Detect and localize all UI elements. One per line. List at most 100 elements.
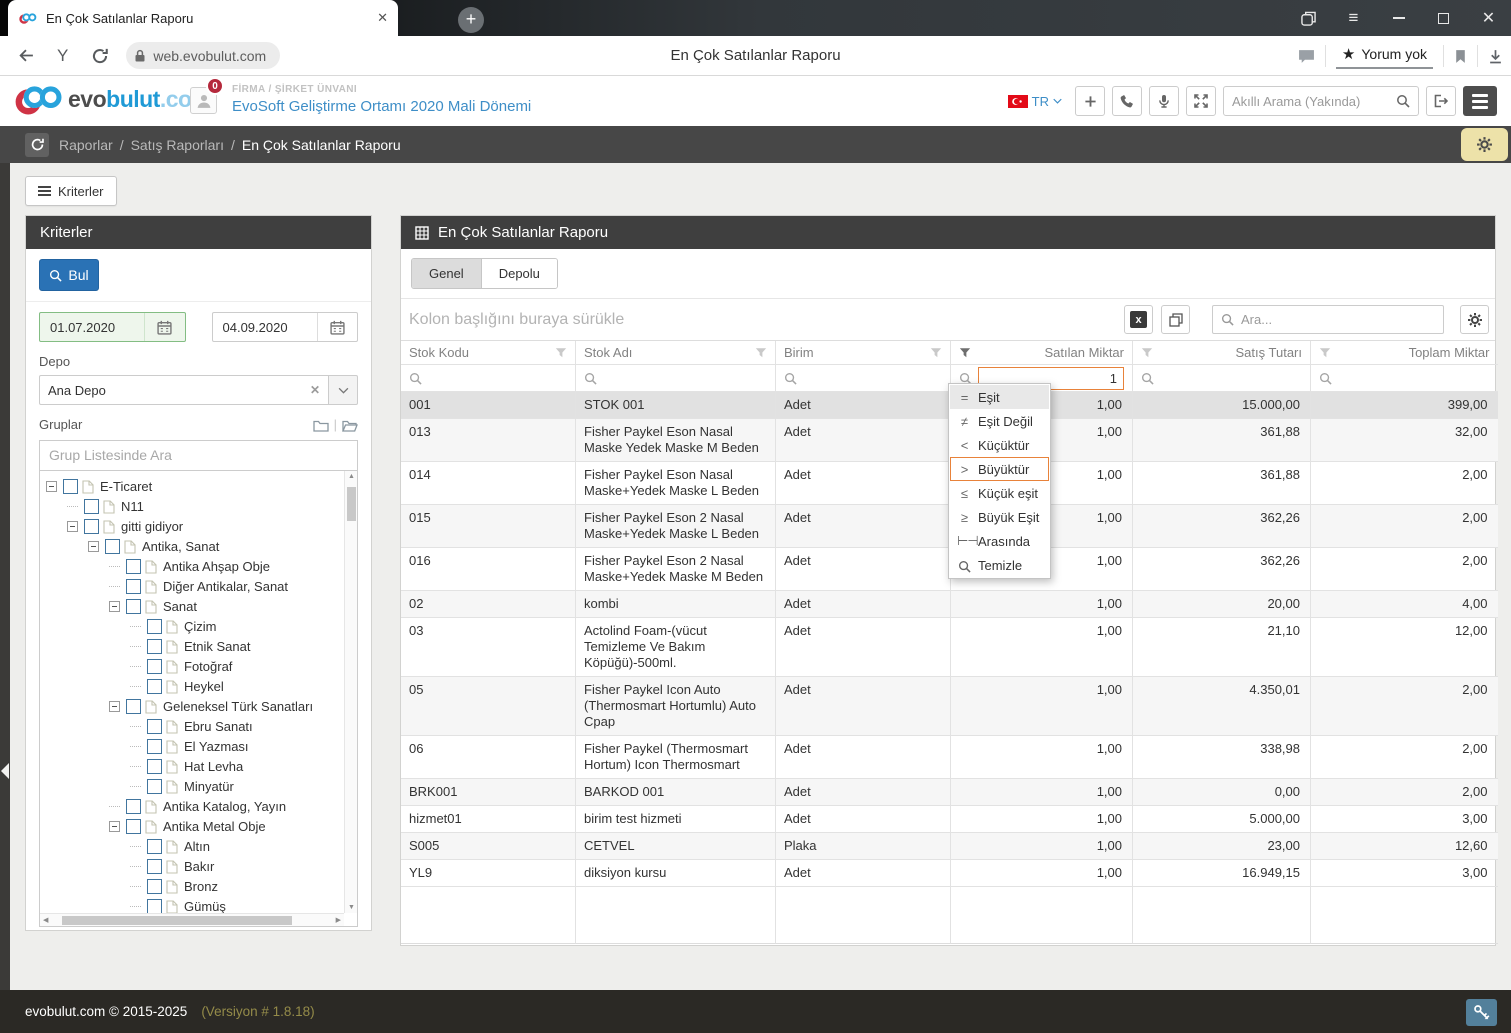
depo-select[interactable]: ✕ [39, 375, 358, 405]
column-header[interactable]: Satış Tutarı [1133, 341, 1311, 365]
filter-menu-item[interactable]: ≥Büyük Eşit [950, 505, 1049, 529]
tree-item[interactable]: Geleneksel Türk Sanatları [46, 697, 344, 717]
tree-checkbox[interactable] [147, 899, 162, 913]
column-filter-input[interactable] [803, 367, 942, 390]
sidebar-collapse-strip[interactable] [0, 163, 10, 990]
tree-item-label[interactable]: gitti gidiyor [121, 519, 183, 534]
search-icon[interactable] [1319, 370, 1332, 386]
tree-item[interactable]: N11 [46, 497, 344, 517]
column-filter-cell[interactable] [576, 365, 776, 392]
browser-tab[interactable]: En Çok Satılanlar Raporu ✕ [8, 0, 398, 36]
filter-menu-item[interactable]: ⊢⊣Arasında [950, 529, 1049, 553]
grid-settings-button[interactable] [1460, 305, 1489, 334]
clear-icon[interactable]: ✕ [310, 383, 320, 397]
search-icon[interactable] [784, 370, 797, 386]
tree-item[interactable]: Diğer Antikalar, Sanat [46, 577, 344, 597]
column-filter-cell[interactable] [1133, 365, 1311, 392]
grid-search-box[interactable] [1212, 305, 1444, 334]
filter-funnel-icon[interactable] [959, 345, 971, 361]
tree-item-label[interactable]: Sanat [163, 599, 197, 614]
logout-button[interactable] [1426, 86, 1456, 116]
tree-checkbox[interactable] [147, 719, 162, 734]
refresh-button[interactable] [25, 133, 49, 157]
tree-item[interactable]: Fotoğraf [46, 657, 344, 677]
table-row[interactable]: S005CETVELPlaka1,0023,0012,60 [401, 833, 1495, 860]
main-menu-button[interactable] [1463, 86, 1497, 116]
scrollbar-thumb[interactable] [62, 916, 292, 925]
tree-item-label[interactable]: Hat Levha [184, 759, 243, 774]
comment-icon[interactable] [1298, 48, 1315, 64]
tree-item-label[interactable]: Ebru Sanatı [184, 719, 253, 734]
column-header[interactable]: Satılan Miktar [951, 341, 1133, 365]
browser-menu-icon[interactable]: ≡ [1331, 0, 1376, 36]
filter-menu-item[interactable]: =Eşit [950, 385, 1049, 409]
table-row[interactable]: 05Fisher Paykel Icon Auto (Thermosmart H… [401, 677, 1495, 736]
tree-item-label[interactable]: Bakır [184, 859, 214, 874]
filter-funnel-icon[interactable] [755, 345, 767, 361]
tree-item[interactable]: Hat Levha [46, 757, 344, 777]
tree-checkbox[interactable] [147, 759, 162, 774]
tree-checkbox[interactable] [105, 539, 120, 554]
search-icon[interactable] [1141, 370, 1154, 386]
search-icon[interactable] [409, 370, 422, 386]
tree-checkbox[interactable] [84, 519, 99, 534]
tree-item-label[interactable]: Antika Katalog, Yayın [163, 799, 286, 814]
date-from-field[interactable] [39, 312, 186, 342]
tree-collapse-icon[interactable] [67, 521, 78, 532]
tree-item[interactable]: E-Ticaret [46, 477, 344, 497]
tab-close-icon[interactable]: ✕ [377, 10, 388, 26]
tree-checkbox[interactable] [126, 579, 141, 594]
filter-funnel-icon[interactable] [1141, 345, 1153, 361]
dropdown-button[interactable] [329, 375, 358, 405]
export-excel-button[interactable]: x [1124, 305, 1153, 334]
table-row[interactable]: hizmet01birim test hizmetiAdet1,005.000,… [401, 806, 1495, 833]
date-to-field[interactable] [212, 312, 359, 342]
column-header[interactable]: Birim [776, 341, 951, 365]
tree-item-label[interactable]: Heykel [184, 679, 224, 694]
tree-item-label[interactable]: Diğer Antikalar, Sanat [163, 579, 288, 594]
filter-funnel-icon[interactable] [555, 345, 567, 361]
tree-item[interactable]: gitti gidiyor [46, 517, 344, 537]
column-filter-input[interactable] [1160, 367, 1302, 390]
tree-collapse-icon[interactable] [109, 601, 120, 612]
column-header[interactable]: Toplam Miktar [1311, 341, 1498, 365]
filter-funnel-icon[interactable] [930, 345, 942, 361]
depo-input[interactable] [48, 383, 310, 398]
scroll-down-icon[interactable]: ▼ [345, 904, 358, 911]
date-to-input[interactable] [213, 320, 317, 335]
tree-checkbox[interactable] [147, 839, 162, 854]
tree-item[interactable]: Altın [46, 837, 344, 857]
address-bar[interactable]: web.evobulut.com [126, 42, 280, 69]
back-button[interactable] [18, 47, 35, 64]
group-search-input[interactable] [49, 447, 348, 463]
tree-item[interactable]: Antika Ahşap Obje [46, 557, 344, 577]
tree-item-label[interactable]: Antika Metal Obje [163, 819, 266, 834]
tree-checkbox[interactable] [126, 819, 141, 834]
tree-item[interactable]: Gümüş [46, 897, 344, 913]
tree-checkbox[interactable] [147, 779, 162, 794]
tree-item[interactable]: Antika, Sanat [46, 537, 344, 557]
tree-item-label[interactable]: Etnik Sanat [184, 639, 251, 654]
tree-checkbox[interactable] [147, 859, 162, 874]
comments-button[interactable]: ★ Yorum yok [1336, 43, 1433, 69]
column-chooser-button[interactable] [1161, 305, 1190, 334]
tree-checkbox[interactable] [126, 599, 141, 614]
calendar-icon[interactable] [144, 313, 185, 341]
tree-item-label[interactable]: Gümüş [184, 899, 226, 913]
tree-item-label[interactable]: Geleneksel Türk Sanatları [163, 699, 313, 714]
expand-all-folder-icon[interactable] [342, 417, 358, 433]
tree-item-label[interactable]: Minyatür [184, 779, 234, 794]
column-header[interactable]: Stok Kodu [401, 341, 576, 365]
tree-collapse-icon[interactable] [46, 481, 57, 492]
column-filter-cell[interactable] [1311, 365, 1498, 392]
breadcrumb-item[interactable]: Raporlar [59, 137, 113, 153]
tree-item[interactable]: El Yazması [46, 737, 344, 757]
scroll-up-icon[interactable]: ▲ [345, 473, 358, 480]
tree-checkbox[interactable] [63, 479, 78, 494]
column-filter-cell[interactable] [401, 365, 576, 392]
tree-collapse-icon[interactable] [109, 821, 120, 832]
grid-search-input[interactable] [1241, 312, 1435, 327]
tree-collapse-icon[interactable] [109, 701, 120, 712]
collapse-all-folder-icon[interactable] [313, 417, 329, 433]
tree-item-label[interactable]: Altın [184, 839, 210, 854]
